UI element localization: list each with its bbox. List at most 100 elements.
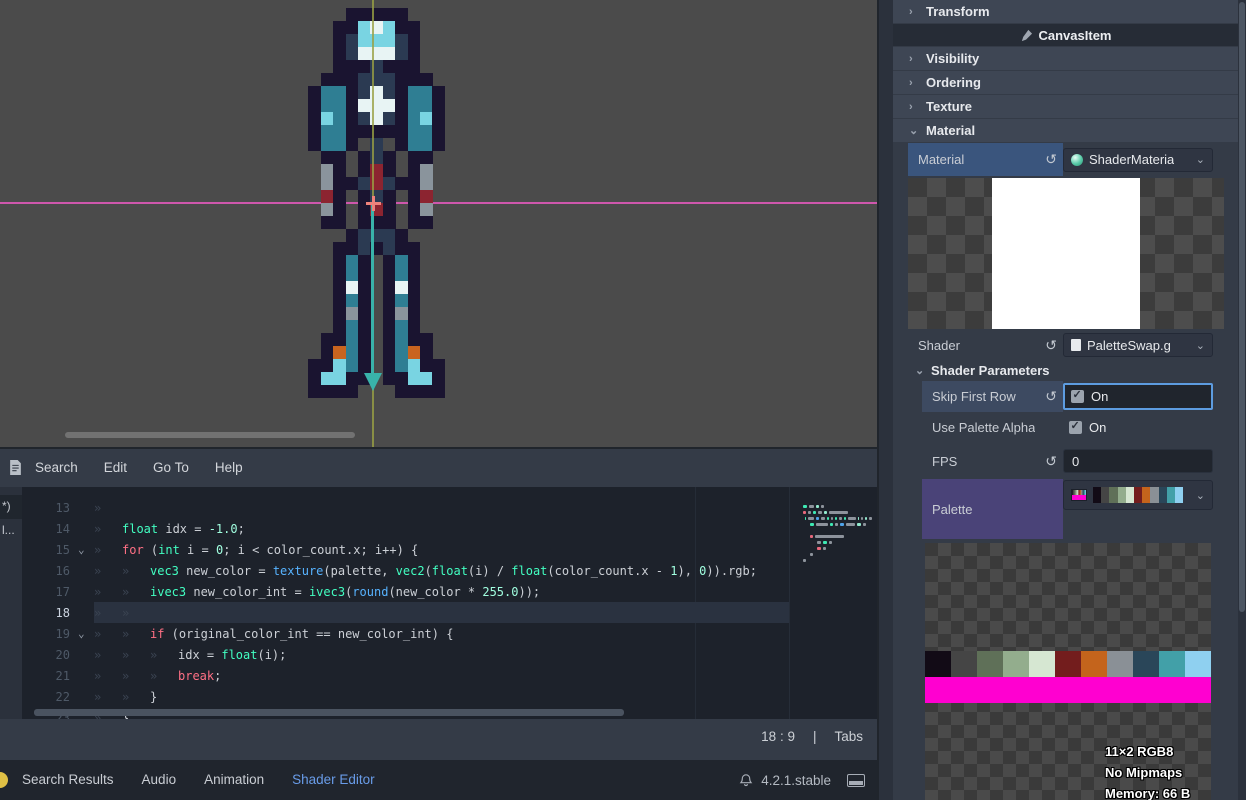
- shader-material-icon: [1071, 154, 1083, 166]
- code-line[interactable]: 13»: [22, 497, 877, 518]
- code-hscrollbar[interactable]: [34, 709, 624, 716]
- line-number: 22: [22, 690, 78, 704]
- checkbox-icon[interactable]: [1071, 390, 1084, 403]
- tab-audio[interactable]: Audio: [128, 760, 191, 800]
- palette-swatch: [925, 651, 951, 677]
- code-minimap[interactable]: [789, 487, 877, 719]
- move-gizmo-line[interactable]: [371, 205, 374, 375]
- skip-first-row-label-cell[interactable]: Skip First Row ↺: [922, 381, 1063, 412]
- menu-search[interactable]: Search: [22, 460, 91, 475]
- palette-texture-preview: 11×2 RGB8 No Mipmaps Memory: 66 B: [925, 543, 1211, 800]
- use-palette-alpha-checkbox-field[interactable]: On: [1063, 414, 1213, 441]
- revert-icon[interactable]: ↺: [1045, 337, 1057, 354]
- palette-swatch: [1109, 487, 1117, 503]
- line-number: 17: [22, 585, 78, 599]
- line-number: 18: [22, 606, 78, 620]
- tab-shader-editor[interactable]: Shader Editor: [278, 760, 389, 800]
- 2d-viewport[interactable]: [0, 0, 877, 447]
- chevron-right-icon: ›: [909, 101, 918, 113]
- menu-help[interactable]: Help: [202, 460, 256, 475]
- palette-swatch: [1167, 487, 1175, 503]
- menu-edit[interactable]: Edit: [91, 460, 140, 475]
- tab-search-results[interactable]: Search Results: [8, 760, 128, 800]
- shader-file-item[interactable]: *): [0, 495, 22, 519]
- chevron-down-icon: ⌄: [909, 124, 918, 137]
- code-area[interactable]: 13»14»float idx = -1.0;15⌄»for (int i = …: [22, 487, 877, 719]
- fold-arrow-icon[interactable]: ⌄: [78, 627, 94, 640]
- section-transform[interactable]: › Transform: [893, 0, 1238, 23]
- palette-swatch: [1101, 487, 1109, 503]
- palette-swatch: [1093, 487, 1101, 503]
- chevron-down-icon: ⌄: [1196, 339, 1205, 352]
- code-line[interactable]: 19⌄»»if (original_color_int == new_color…: [22, 623, 877, 644]
- inspector-content: › Transform CanvasItem › Visibility › Or…: [893, 0, 1238, 800]
- palette-swatch: [1126, 487, 1134, 503]
- shader-file-list[interactable]: *) l...: [0, 487, 22, 719]
- property-row-palette: Palette ⌄: [893, 479, 1238, 541]
- fps-label-cell[interactable]: FPS ↺: [922, 443, 1063, 479]
- property-label: Shader: [908, 338, 960, 353]
- chevron-right-icon: ›: [909, 77, 918, 89]
- use-palette-alpha-label-cell[interactable]: Use Palette Alpha: [922, 412, 1063, 443]
- palette-swatch: [951, 651, 977, 677]
- material-resource-picker[interactable]: ShaderMateria ⌄: [1063, 148, 1213, 172]
- tab-animation[interactable]: Animation: [190, 760, 278, 800]
- palette-swatch: [1159, 651, 1185, 677]
- inspector-scrollbar[interactable]: [1238, 0, 1246, 800]
- bottom-status-bar: Search Results Audio Animation Shader Ed…: [0, 760, 877, 800]
- shader-file-item[interactable]: l...: [0, 519, 22, 543]
- code-line[interactable]: 17»»ivec3 new_color_int = ivec3(round(ne…: [22, 581, 877, 602]
- code-lines[interactable]: 13»14»float idx = -1.0;15⌄»for (int i = …: [22, 487, 877, 719]
- texture-info: 11×2 RGB8 No Mipmaps Memory: 66 B: [1105, 741, 1190, 800]
- section-visibility[interactable]: › Visibility: [893, 47, 1238, 70]
- menu-goto[interactable]: Go To: [140, 460, 202, 475]
- move-gizmo-arrowhead[interactable]: [364, 373, 382, 391]
- palette-swatch: [977, 651, 1003, 677]
- revert-icon[interactable]: ↺: [1045, 453, 1057, 470]
- toggle-bottom-panel-icon[interactable]: [847, 774, 865, 787]
- property-row-fps: FPS ↺ 0: [893, 443, 1238, 479]
- code-line[interactable]: 18»»: [22, 602, 877, 623]
- hscroll-thumb[interactable]: [34, 709, 624, 716]
- shader-label-cell[interactable]: Shader ↺: [908, 331, 1063, 359]
- palette-swatch: [1175, 487, 1183, 503]
- code-line[interactable]: 15⌄»for (int i = 0; i < color_count.x; i…: [22, 539, 877, 560]
- code-line[interactable]: 16»»vec3 new_color = texture(palette, ve…: [22, 560, 877, 581]
- palette-swatch: [1118, 487, 1126, 503]
- revert-icon[interactable]: ↺: [1045, 151, 1057, 168]
- section-ordering[interactable]: › Ordering: [893, 71, 1238, 94]
- code-line[interactable]: 22»»}: [22, 686, 877, 707]
- viewport-hscrollbar[interactable]: [65, 432, 355, 438]
- code-line[interactable]: 14»float idx = -1.0;: [22, 518, 877, 539]
- bell-icon[interactable]: [739, 773, 753, 788]
- code-line[interactable]: 20»»»idx = float(i);: [22, 644, 877, 665]
- shader-resource-picker[interactable]: PaletteSwap.g ⌄: [1063, 333, 1213, 357]
- section-material[interactable]: ⌄ Material: [893, 119, 1238, 142]
- palette-swatch: [1134, 487, 1142, 503]
- palette-texture-picker[interactable]: ⌄: [1063, 480, 1213, 510]
- material-label-cell[interactable]: Material ↺: [908, 143, 1063, 176]
- indent-mode[interactable]: Tabs: [834, 729, 863, 744]
- version-label: 4.2.1.stable: [761, 773, 831, 788]
- notification-dot-icon[interactable]: [0, 772, 8, 788]
- checkbox-icon[interactable]: [1069, 421, 1082, 434]
- section-shader-parameters[interactable]: ⌄ Shader Parameters: [893, 359, 1238, 381]
- skip-first-row-checkbox-field[interactable]: On: [1063, 383, 1213, 410]
- palette-color-row: [925, 651, 1211, 677]
- palette-texture-rows: [925, 651, 1211, 703]
- origin-crosshair: [366, 196, 381, 211]
- property-row-material: Material ↺ ShaderMateria ⌄: [893, 143, 1238, 176]
- line-number: 13: [22, 501, 78, 515]
- property-label: Skip First Row: [922, 389, 1016, 404]
- property-row-skip-first-row: Skip First Row ↺ On: [893, 381, 1238, 412]
- palette-label-cell[interactable]: Palette: [922, 479, 1063, 539]
- code-line[interactable]: 21»»»break;: [22, 665, 877, 686]
- revert-icon[interactable]: ↺: [1045, 388, 1057, 405]
- texture-size-label: 11×2 RGB8: [1105, 741, 1190, 762]
- scrollbar-thumb[interactable]: [1239, 2, 1245, 612]
- fold-arrow-icon[interactable]: ⌄: [78, 543, 94, 556]
- palette-swatch: [1107, 651, 1133, 677]
- fps-input[interactable]: 0: [1063, 449, 1213, 473]
- palette-swatch: [1029, 651, 1055, 677]
- section-texture[interactable]: › Texture: [893, 95, 1238, 118]
